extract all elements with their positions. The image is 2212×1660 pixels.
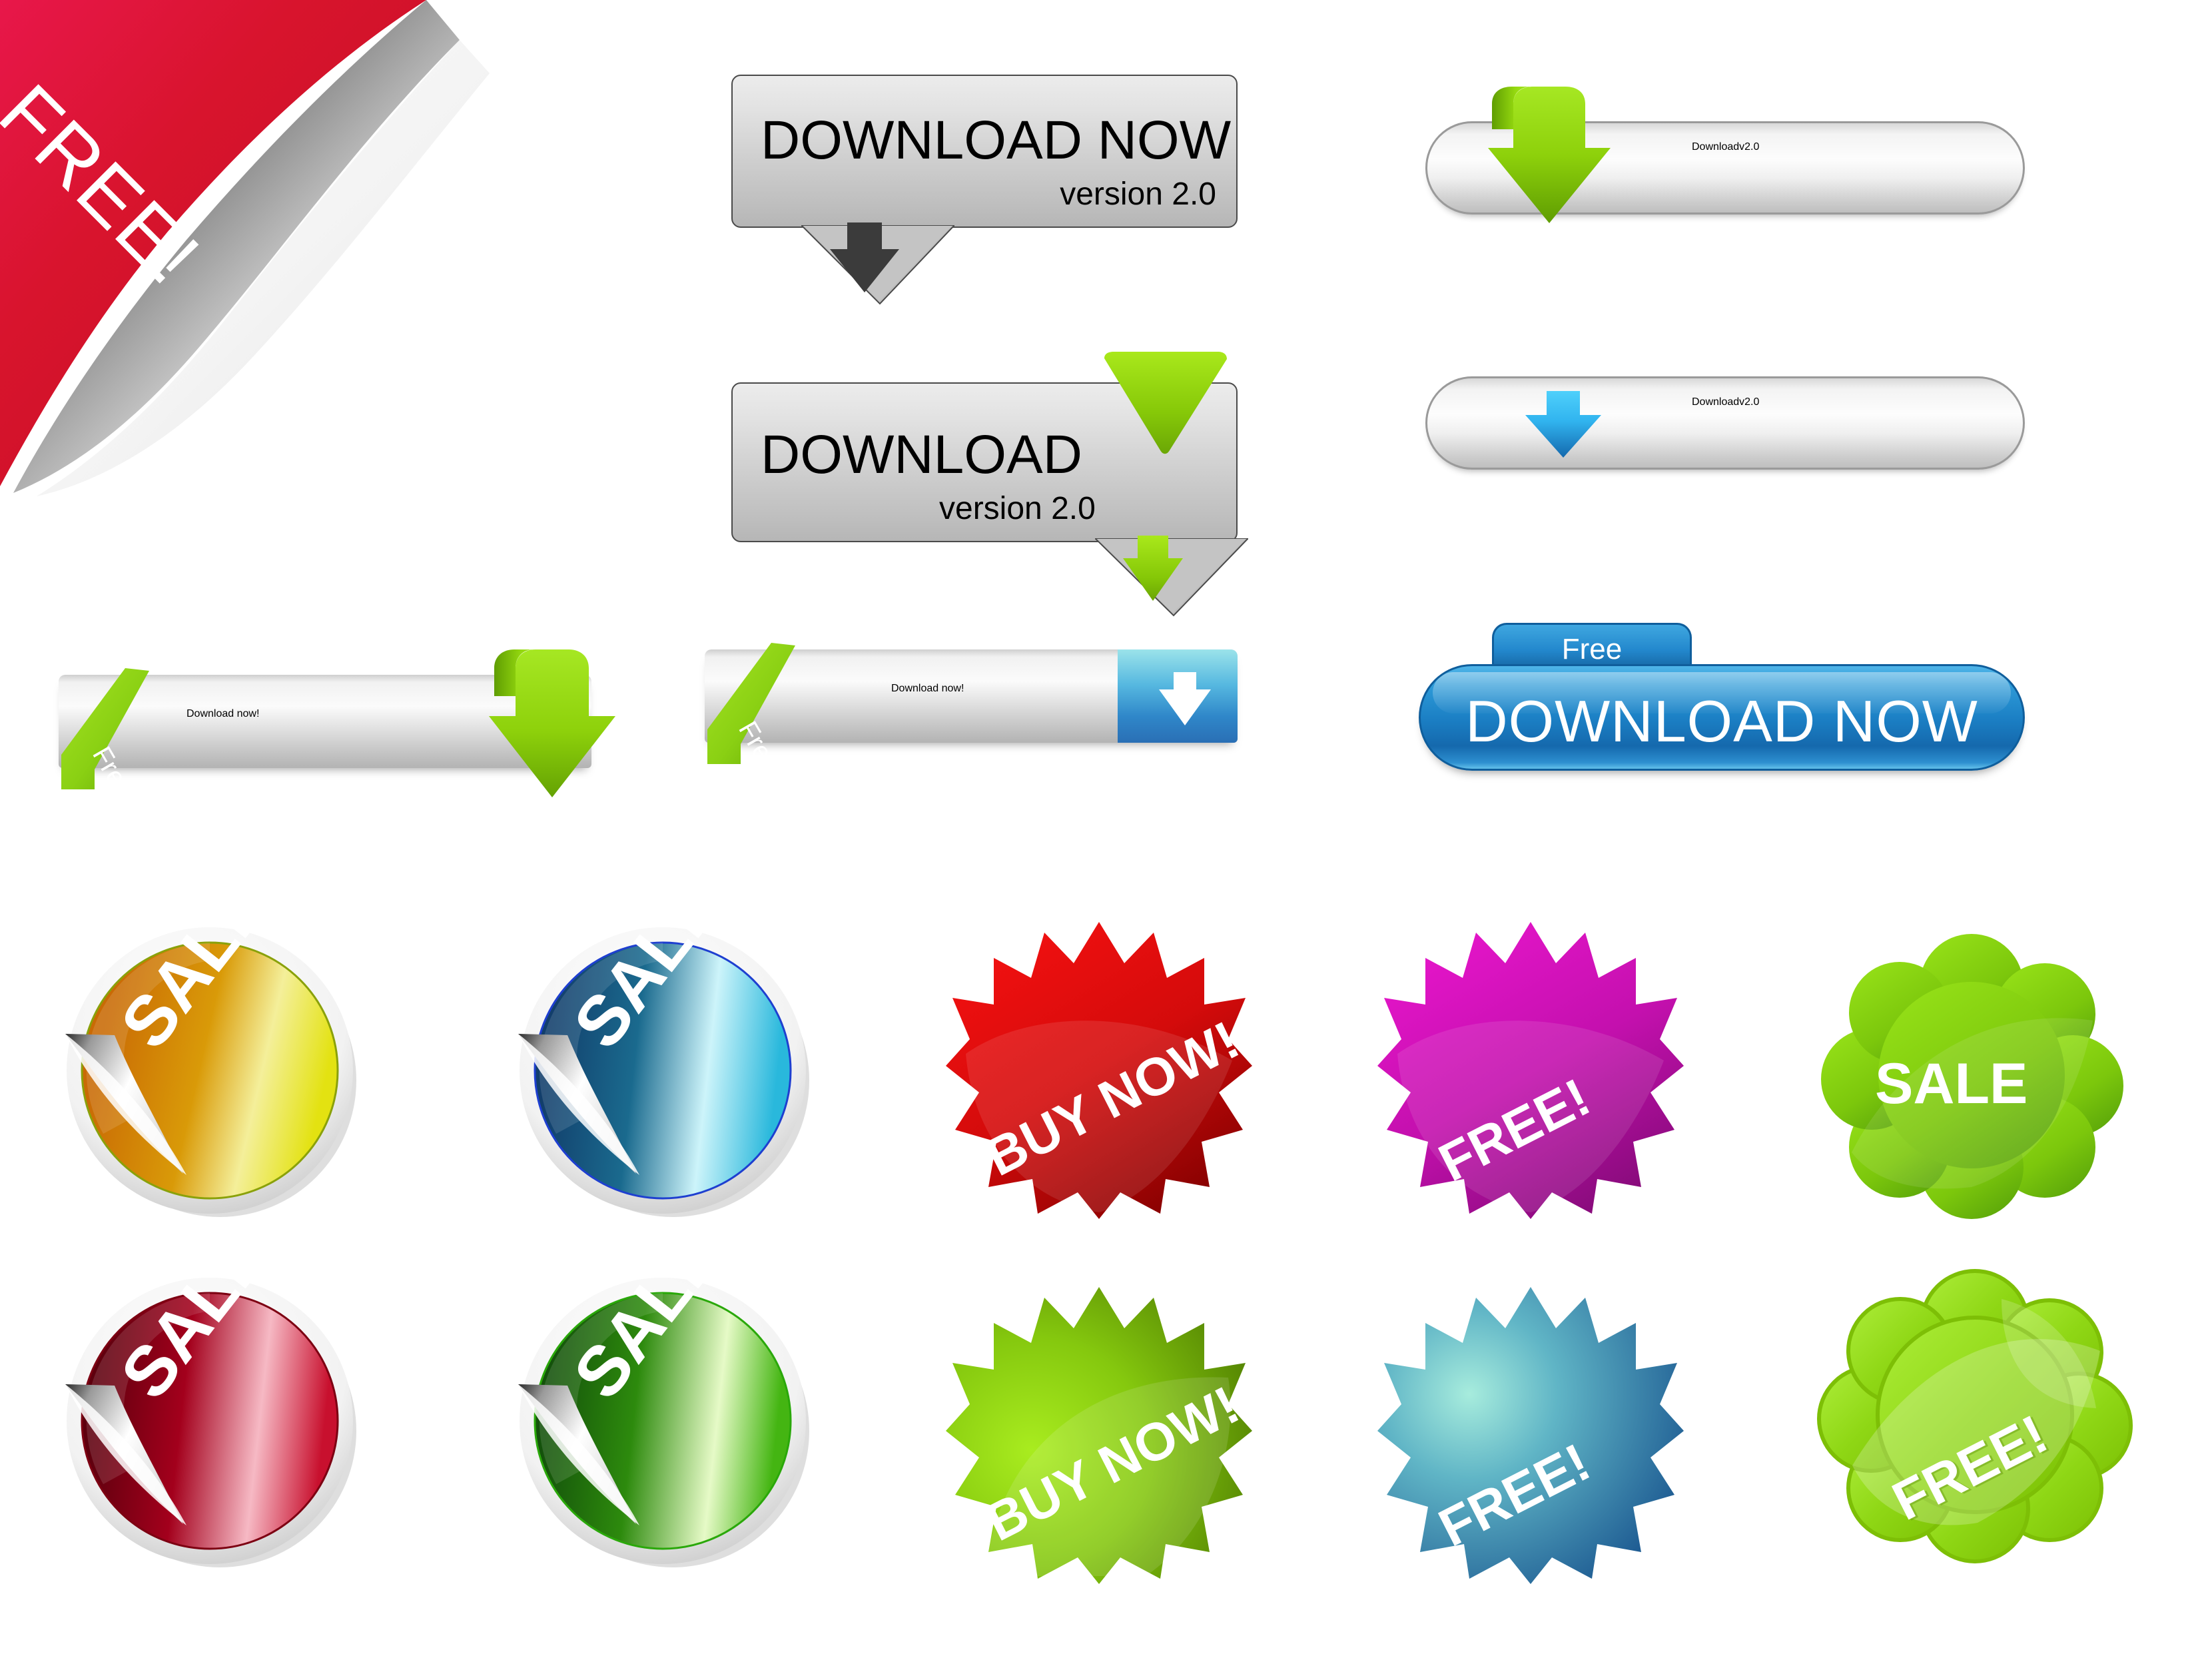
sticker-buy-now-red[interactable]: BUY NOW! xyxy=(946,913,1252,1219)
white-down-arrow-icon xyxy=(1159,672,1211,725)
download-now-blue-button[interactable]: Free DOWNLOAD NOW xyxy=(1419,623,2025,789)
sticker-sale-gold[interactable]: SALE xyxy=(53,866,366,1227)
sticker-free-blue[interactable]: FREE! xyxy=(1377,1278,1684,1584)
pill-blue-label: Download xyxy=(1692,396,1740,408)
down-arrow-icon xyxy=(830,222,899,292)
download-now-bar-green[interactable]: Free Download now! xyxy=(59,649,615,804)
download-pill-green-button[interactable]: Downloadv2.0 xyxy=(1425,87,2025,240)
download-now-bubble-button[interactable]: DOWNLOAD NOW version 2.0 xyxy=(731,75,1238,305)
green-down-arrow-icon xyxy=(1123,536,1183,601)
download-now-bar-blue[interactable]: Free Download now! xyxy=(705,643,1278,779)
download-version: version 2.0 xyxy=(939,491,1096,526)
free-corner-ribbon-green-2: Free xyxy=(707,643,795,779)
pill-green-version: v2.0 xyxy=(1739,141,1760,153)
blue-download-arrow-icon xyxy=(1525,391,1601,458)
download-pill-blue-button[interactable]: Downloadv2.0 xyxy=(1425,376,2025,476)
sticker-button-sheet: FREE! DOWNLOAD NOW version 2.0 DOWNLOAD … xyxy=(0,0,2212,1660)
sticker-sale-green-flower[interactable]: SALE xyxy=(1821,933,2123,1219)
green-down-arrow-icon xyxy=(489,649,615,797)
download-now-version: version 2.0 xyxy=(1060,177,1216,212)
sticker-sale-red[interactable]: SALE xyxy=(53,1216,366,1577)
blue-button-label: DOWNLOAD NOW xyxy=(1465,688,1978,754)
sticker-buy-now-green[interactable]: BUY NOW! xyxy=(946,1278,1252,1584)
pill-blue-version: v2.0 xyxy=(1739,396,1760,408)
download-bubble-button[interactable]: DOWNLOAD version 2.0 xyxy=(731,352,1248,617)
green-download-arrow-icon xyxy=(1488,87,1611,223)
free-corner-ribbon: FREE! xyxy=(0,0,506,560)
bar-green-label: Download now! xyxy=(186,708,260,719)
pill-green-label: Download xyxy=(1692,141,1740,153)
bar-blue-label: Download now! xyxy=(891,683,964,694)
sticker-free-magenta[interactable]: FREE! xyxy=(1377,913,1684,1219)
free-tab-label: Free xyxy=(1561,633,1623,665)
download-now-title: DOWNLOAD NOW xyxy=(761,110,1232,171)
green-down-triangle-icon xyxy=(1104,352,1227,454)
sticker-sale-green-circle[interactable]: SALE xyxy=(506,1216,819,1577)
free-corner-ribbon-green: Free xyxy=(61,668,149,804)
sticker-free-green-flower[interactable]: FREE! xyxy=(1817,1266,2133,1563)
sticker-sale-blue[interactable]: SALE xyxy=(506,866,819,1227)
download-title: DOWNLOAD xyxy=(761,424,1082,485)
